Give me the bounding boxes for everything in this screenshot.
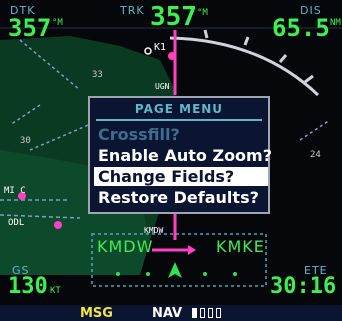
airport-symbol-odl <box>54 221 62 229</box>
waypoint-marker <box>168 52 176 60</box>
gs-value: 130 <box>8 274 48 299</box>
nav-annunciator: NAV <box>152 306 183 321</box>
page-menu: PAGE MENU Crossfill? Enable Auto Zoom? C… <box>88 96 272 214</box>
map-label-k1: K1 <box>154 42 167 53</box>
dtk-unit: °M <box>52 18 63 28</box>
menu-item-change-fields[interactable]: Change Fields? <box>94 167 268 186</box>
route-to-waypoint: KMKE <box>216 237 265 256</box>
menu-item-crossfill[interactable]: Crossfill? <box>94 125 268 144</box>
signal-bar-3 <box>208 308 213 318</box>
trk-label: TRK <box>120 4 145 17</box>
page-menu-divider <box>96 119 262 121</box>
map-label-mic: MI C <box>4 186 26 196</box>
page-menu-title: PAGE MENU <box>134 102 224 116</box>
map-label-30: 30 <box>20 136 31 146</box>
gs-unit: KT <box>50 286 61 296</box>
dis-value: 65.5 <box>272 14 330 42</box>
signal-bar-1 <box>192 308 197 318</box>
map-label-odl: ODL <box>8 218 25 228</box>
map-label-33: 33 <box>92 70 103 80</box>
status-bar: MSG NAV <box>0 305 342 321</box>
msg-annunciator[interactable]: MSG <box>80 306 113 321</box>
dtk-value: 357 <box>8 14 52 42</box>
route-from-waypoint: KMDW <box>97 237 154 256</box>
trk-value: 357 <box>150 2 197 32</box>
map-label-kmdw: KMDW <box>144 226 164 235</box>
trk-unit: °M <box>197 8 208 18</box>
map-label-24: 24 <box>310 150 321 160</box>
gps-screen: DTK 357 °M TRK 357 °M DIS 65.5 NM K1 UGN… <box>0 0 342 321</box>
dis-unit: NM <box>330 18 341 28</box>
signal-bar-4 <box>216 308 221 318</box>
menu-item-enable-auto-zoom[interactable]: Enable Auto Zoom? <box>94 146 272 165</box>
ete-value: 30:16 <box>270 274 337 299</box>
map-label-ugn: UGN <box>155 82 170 91</box>
menu-item-restore-defaults[interactable]: Restore Defaults? <box>94 188 268 207</box>
signal-bar-2 <box>200 308 205 318</box>
